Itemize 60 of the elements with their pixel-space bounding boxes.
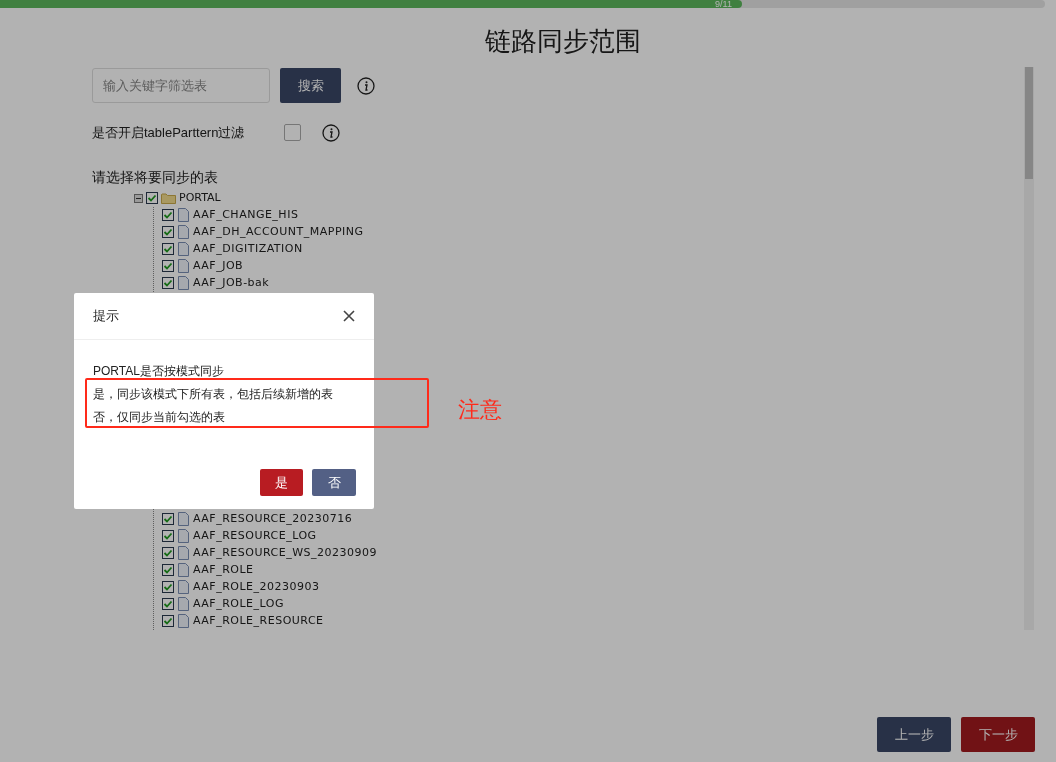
folder-icon [161,192,176,204]
progress-label: 9/11 [715,0,732,8]
checkbox[interactable] [146,192,158,204]
checkbox[interactable] [162,209,174,221]
tree-item[interactable]: AAF_JOB [193,257,244,275]
checkbox[interactable] [162,226,174,238]
tree-item[interactable]: AAF_DIGITIZATION [193,240,303,258]
info-icon[interactable] [322,123,340,142]
file-icon [178,529,189,543]
checkbox[interactable] [162,598,174,610]
file-icon [178,225,189,239]
tree-item[interactable]: AAF_RESOURCE_LOG [193,527,317,545]
file-icon [178,546,189,560]
checkbox[interactable] [162,530,174,542]
tree-item[interactable]: AAF_ROLE_20230903 [193,578,320,596]
file-icon [178,276,189,290]
file-icon [178,512,189,526]
tree-item[interactable]: AAF_DH_ACCOUNT_MAPPING [193,223,364,241]
file-icon [178,580,189,594]
dialog-title: 提示 [93,307,119,326]
tree-item[interactable]: AAF_JOB-bak [193,274,270,292]
tree-root[interactable]: PORTAL [179,189,221,207]
checkbox[interactable] [162,243,174,255]
tree-item[interactable]: AAF_ROLE_LOG [193,595,284,613]
checkbox[interactable] [162,615,174,627]
search-field[interactable]: 输入关键字筛选表 [92,68,270,103]
annotation-label: 注意 [458,396,502,424]
tree-item[interactable]: AAF_RESOURCE_WS_20230909 [193,544,378,562]
scrollbar[interactable] [1024,67,1034,630]
file-icon [178,597,189,611]
file-icon [178,259,189,273]
previous-button[interactable]: 上一步 [877,717,951,752]
tree-heading: 请选择将要同步的表 [92,168,218,185]
file-icon [178,242,189,256]
tree-item[interactable]: AAF_ROLE_RESOURCE [193,612,324,630]
file-icon [178,208,189,222]
filter-checkbox[interactable] [284,124,301,142]
tree-item[interactable]: AAF_CHANGE_HIS [193,206,299,224]
collapse-icon[interactable] [134,193,143,203]
yes-button[interactable]: 是 [260,469,303,496]
no-button[interactable]: 否 [312,469,356,496]
file-icon [178,614,189,628]
file-icon [178,563,189,577]
filter-label: 是否开启tableParttern过滤 [92,124,246,142]
checkbox[interactable] [162,260,174,272]
next-button[interactable]: 下一步 [961,717,1035,752]
tree-item[interactable]: AAF_RESOURCE_20230716 [193,510,353,528]
dialog-text: 是，同步该模式下所有表，包括后续新增的表 [93,386,334,403]
close-icon[interactable] [343,310,355,322]
checkbox[interactable] [162,277,174,289]
dialog-text: PORTAL是否按模式同步 [93,363,225,380]
dialog-text: 否，仅同步当前勾选的表 [93,409,226,426]
checkbox[interactable] [162,547,174,559]
tree-item[interactable]: AAF_ROLE [193,561,254,579]
checkbox[interactable] [162,581,174,593]
info-icon[interactable] [357,76,375,95]
search-button[interactable]: 搜索 [280,68,341,103]
checkbox[interactable] [162,513,174,525]
checkbox[interactable] [162,564,174,576]
page-title: 链路同步范围 [485,25,641,58]
